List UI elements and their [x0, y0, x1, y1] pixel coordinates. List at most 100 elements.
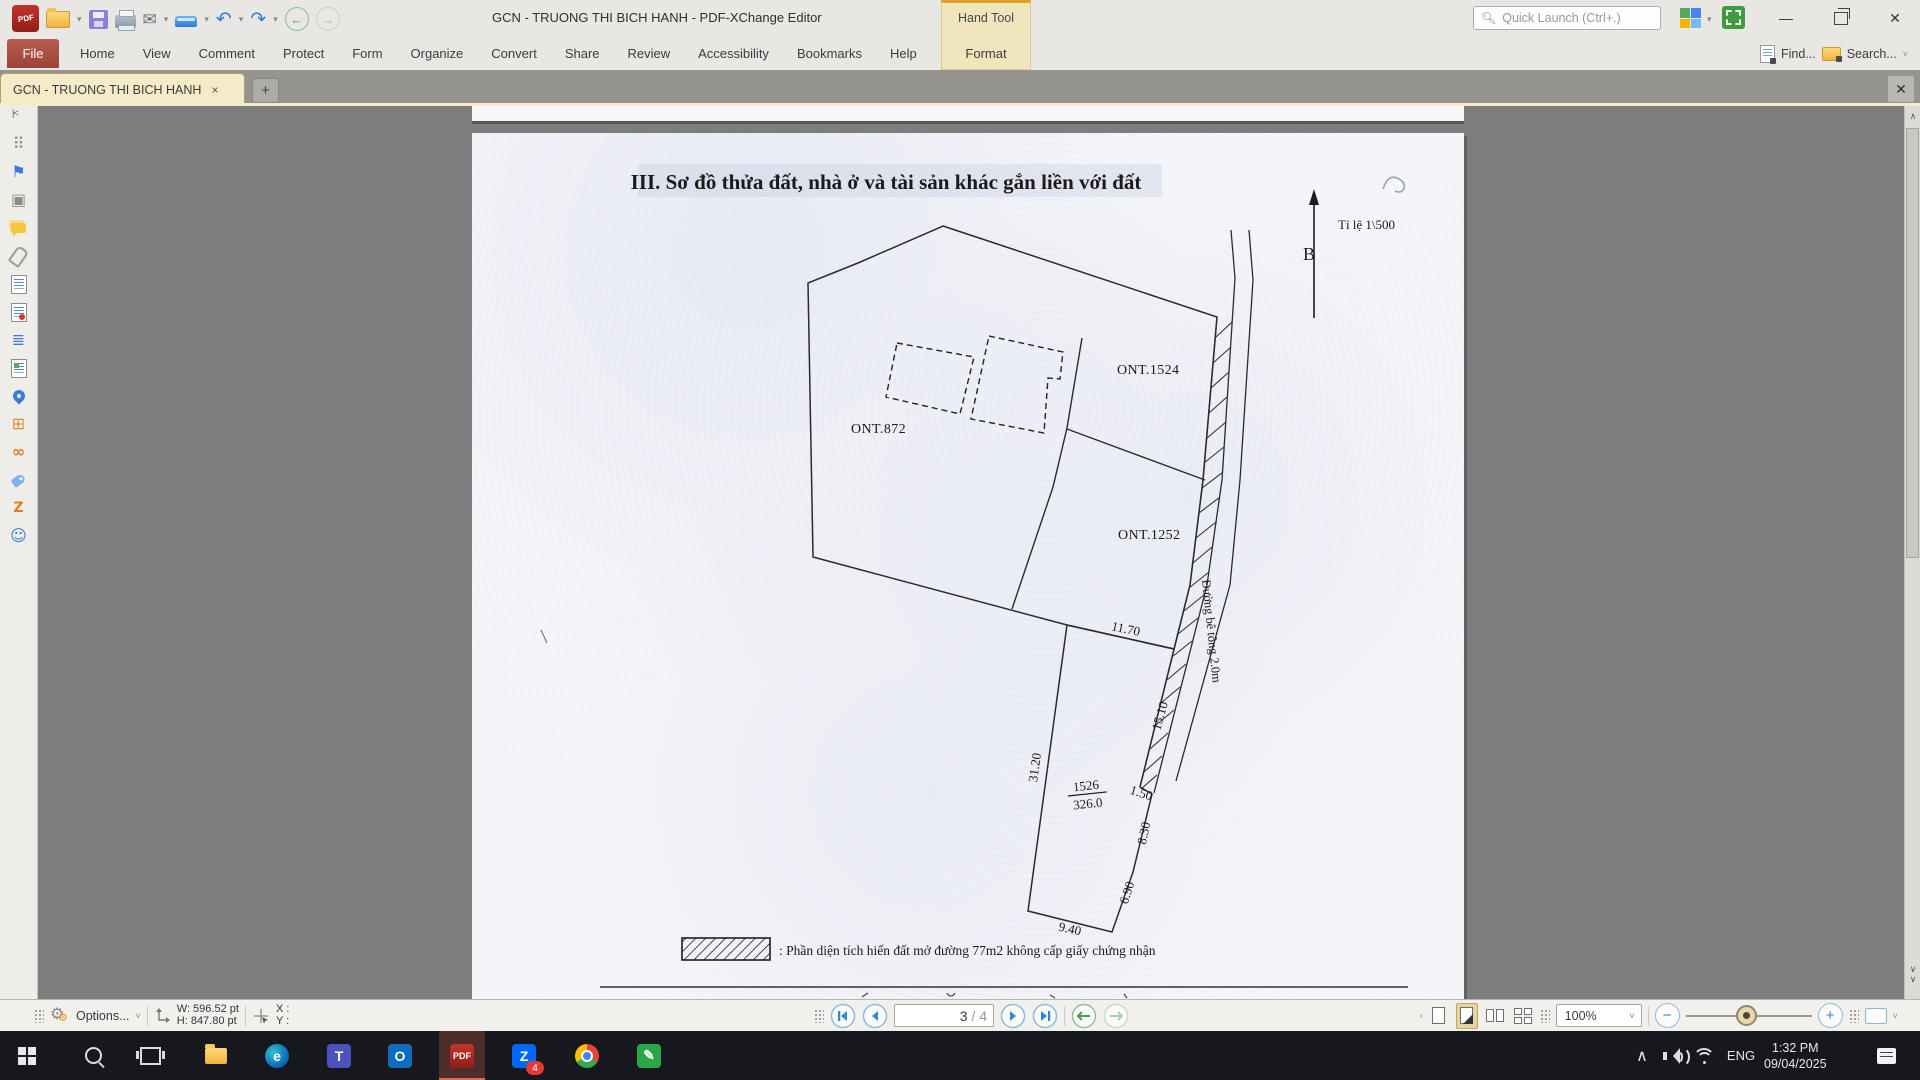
- tab-close-icon[interactable]: ×: [211, 83, 218, 97]
- bookmarks-panel-icon[interactable]: ⚑: [0, 160, 37, 184]
- sidebar-collapse-icon[interactable]: |<: [12, 108, 18, 118]
- open-dropdown-caret[interactable]: ▾: [77, 14, 82, 25]
- view-back-button[interactable]: [1071, 1003, 1097, 1029]
- form-fields-panel-icon[interactable]: ⊞: [0, 412, 37, 436]
- menu-bookmarks[interactable]: Bookmarks: [783, 46, 876, 61]
- options-gear-icon[interactable]: ⚙⚙: [50, 1006, 70, 1026]
- zoom-grip[interactable]: [1540, 1009, 1550, 1023]
- search-label[interactable]: Search...: [1847, 47, 1897, 61]
- maximize-button[interactable]: [1824, 4, 1858, 32]
- menu-file[interactable]: File: [7, 39, 59, 68]
- redo-icon[interactable]: ↷: [250, 10, 266, 29]
- fit-width-view-button[interactable]: [1456, 1003, 1478, 1029]
- history-forward-icon[interactable]: →: [316, 7, 340, 31]
- overview-caret[interactable]: ˅: [1893, 1011, 1898, 1021]
- menu-convert[interactable]: Convert: [477, 46, 551, 61]
- scanner-dropdown-caret[interactable]: ▾: [204, 14, 209, 25]
- network-wifi-icon[interactable]: [1690, 1031, 1718, 1080]
- undo-dropdown-caret[interactable]: ▾: [239, 14, 244, 25]
- zalo-icon[interactable]: Z 4: [501, 1031, 547, 1080]
- language-indicator[interactable]: ENG: [1720, 1031, 1762, 1080]
- pages-panel-icon[interactable]: ▣: [0, 188, 37, 212]
- destinations-panel-icon[interactable]: [0, 384, 37, 408]
- pdf-page[interactable]: III. Sơ đồ thửa đất, nhà ở và tài sản kh…: [472, 133, 1464, 999]
- teams-icon[interactable]: T: [316, 1031, 362, 1080]
- outlook-icon[interactable]: O: [377, 1031, 423, 1080]
- last-page-button[interactable]: [1032, 1003, 1058, 1029]
- menu-organize[interactable]: Organize: [397, 46, 478, 61]
- pdf-xchange-taskbar-icon[interactable]: PDF: [439, 1031, 485, 1080]
- email-icon[interactable]: ✉: [143, 11, 157, 28]
- menu-view[interactable]: View: [129, 46, 185, 61]
- links-panel-icon[interactable]: ∞: [0, 440, 37, 464]
- single-page-view-button[interactable]: [1428, 1003, 1450, 1029]
- menu-protect[interactable]: Protect: [269, 46, 338, 61]
- green-messenger-icon[interactable]: ✎: [626, 1031, 672, 1080]
- taskbar-search-button[interactable]: [70, 1031, 116, 1080]
- two-page-view-button[interactable]: [1484, 1003, 1506, 1029]
- thumbnails-panel-icon[interactable]: ⠿: [0, 132, 37, 156]
- comments-panel-icon[interactable]: [0, 216, 37, 240]
- zoom-slider-thumb[interactable]: [1736, 1005, 1757, 1026]
- layers-panel-icon[interactable]: ≣: [0, 328, 37, 352]
- edge-icon[interactable]: e: [254, 1031, 300, 1080]
- fullscreen-icon[interactable]: [1722, 6, 1745, 29]
- menu-home[interactable]: Home: [66, 46, 129, 61]
- tags-panel-icon[interactable]: [0, 468, 37, 492]
- tab-bar-close-icon[interactable]: ✕: [1888, 76, 1914, 102]
- scroll-up-icon[interactable]: ∧: [1905, 111, 1920, 122]
- content-panel-icon[interactable]: [0, 356, 37, 380]
- page-number-input[interactable]: 3 / 4: [894, 1004, 994, 1027]
- previous-page-button[interactable]: [862, 1003, 888, 1029]
- scrollbar-thumb[interactable]: [1906, 128, 1919, 558]
- menu-format[interactable]: Format: [941, 37, 1031, 70]
- options-caret[interactable]: ˅: [136, 1011, 141, 1021]
- zoom-out-button[interactable]: −: [1655, 1003, 1680, 1028]
- layout-grip-icon[interactable]: ‹: [1420, 1011, 1422, 1020]
- structure-order-panel-icon[interactable]: Z: [0, 496, 37, 520]
- redo-dropdown-caret[interactable]: ▾: [273, 14, 278, 25]
- menu-review[interactable]: Review: [614, 46, 685, 61]
- open-file-icon[interactable]: [46, 11, 70, 28]
- new-tab-button[interactable]: +: [252, 78, 279, 103]
- tray-expand-chevron[interactable]: ∧: [1630, 1031, 1654, 1080]
- scanner-icon[interactable]: [175, 16, 197, 27]
- overview-grip[interactable]: [1849, 1009, 1859, 1023]
- accessibility-panel-icon[interactable]: ☺: [0, 524, 37, 548]
- file-explorer-icon[interactable]: [193, 1031, 239, 1080]
- next-page-button[interactable]: [1000, 1003, 1026, 1029]
- multi-page-view-button[interactable]: [1512, 1003, 1534, 1029]
- find-label[interactable]: Find...: [1781, 47, 1816, 61]
- find-icon[interactable]: [1760, 45, 1775, 63]
- nav-grip[interactable]: [814, 1009, 824, 1023]
- arrange-dropdown-caret[interactable]: ▾: [1707, 14, 1712, 25]
- chrome-icon[interactable]: [564, 1031, 610, 1080]
- search-dropdown-caret[interactable]: ˅: [1903, 49, 1908, 59]
- drag-grip[interactable]: [34, 1009, 44, 1023]
- pan-overview-icon[interactable]: [1865, 1008, 1887, 1024]
- menu-accessibility[interactable]: Accessibility: [684, 46, 783, 61]
- task-view-button[interactable]: [127, 1031, 173, 1080]
- volume-icon[interactable]: [1658, 1031, 1688, 1080]
- named-destinations-panel-icon[interactable]: [0, 272, 37, 296]
- save-icon[interactable]: [89, 10, 108, 29]
- zoom-in-button[interactable]: +: [1818, 1003, 1843, 1028]
- quick-launch-input[interactable]: 🔍︎ Quick Launch (Ctrl+.): [1473, 6, 1661, 30]
- zoom-slider[interactable]: [1686, 1015, 1812, 1017]
- first-page-button[interactable]: [830, 1003, 856, 1029]
- menu-comment[interactable]: Comment: [185, 46, 269, 61]
- menu-help[interactable]: Help: [876, 46, 931, 61]
- scroll-down-icon[interactable]: ∨: [1905, 974, 1920, 985]
- signatures-panel-icon[interactable]: [0, 300, 37, 324]
- taskbar-clock[interactable]: 1:32 PM 09/04/2025: [1764, 1031, 1860, 1080]
- minimize-button[interactable]: —: [1769, 4, 1803, 32]
- undo-icon[interactable]: ↶: [216, 10, 232, 29]
- close-button[interactable]: ✕: [1878, 4, 1912, 32]
- attachments-panel-icon[interactable]: [0, 244, 37, 268]
- vertical-scrollbar[interactable]: ∧ ∨ ∨: [1904, 106, 1920, 999]
- menu-share[interactable]: Share: [551, 46, 614, 61]
- start-button[interactable]: [4, 1031, 50, 1080]
- print-icon[interactable]: [115, 15, 136, 28]
- search-folder-icon[interactable]: [1822, 47, 1841, 61]
- document-tab-active[interactable]: GCN - TRUONG THI BICH HANH ×: [0, 73, 245, 106]
